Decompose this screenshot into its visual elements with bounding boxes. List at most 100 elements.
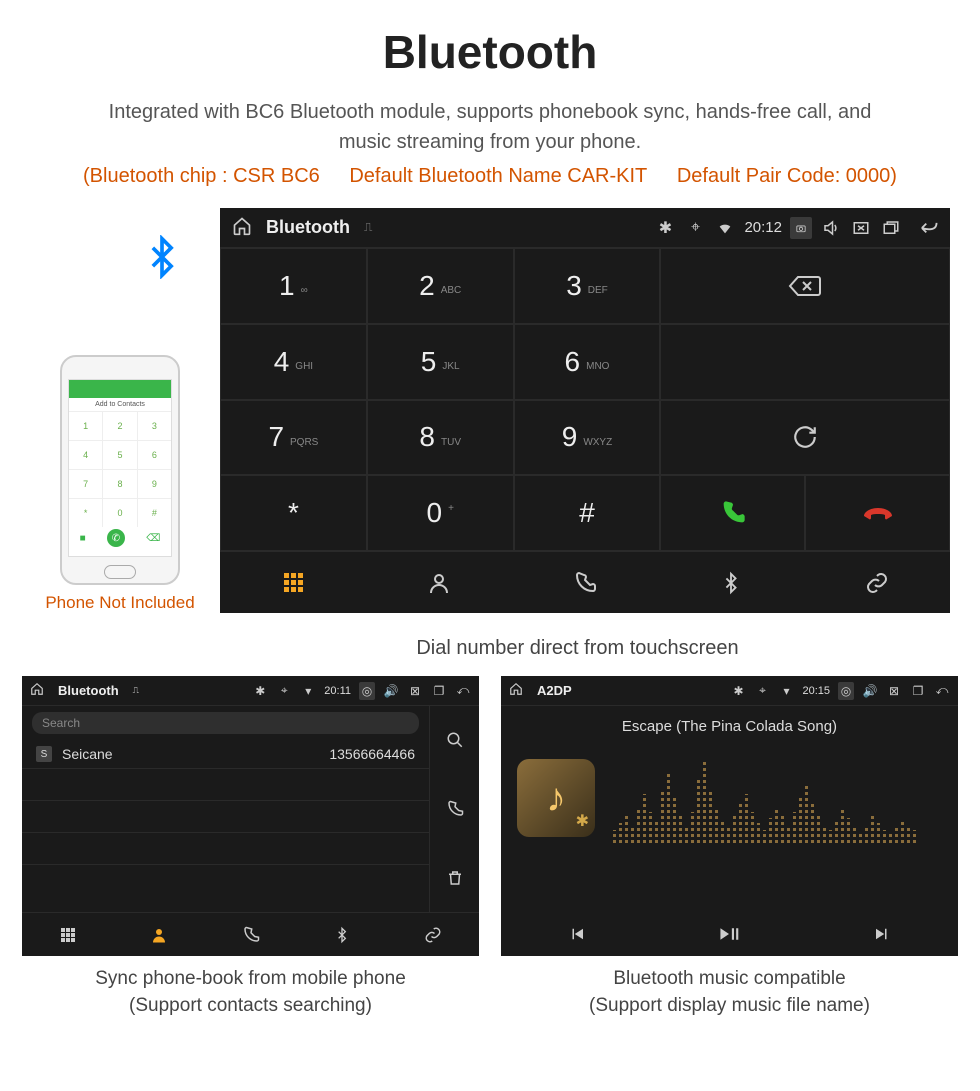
link-icon: [424, 926, 442, 944]
call-contact-icon[interactable]: [430, 775, 479, 844]
statusbar-title: A2DP: [537, 683, 572, 698]
spec-line: (Bluetooth chip : CSR BC6 Default Blueto…: [40, 165, 940, 188]
back-icon[interactable]: ⤺: [455, 683, 471, 698]
camera-icon[interactable]: ◎: [359, 682, 375, 700]
contact-number: 13566664466: [329, 746, 415, 762]
recent-apps-icon[interactable]: ❐: [431, 684, 447, 698]
music-screen: A2DP ✱ ⌖ ▾ 20:15 ◎ 🔊 ⊠ ❐ ⤺ Escape (The P…: [501, 676, 958, 956]
back-icon[interactable]: [916, 219, 938, 237]
tab-bluetooth[interactable]: [296, 913, 387, 956]
location-icon: ⌖: [276, 683, 292, 698]
phone-icon: [242, 926, 260, 944]
key-2[interactable]: 2ABC: [367, 248, 514, 324]
statusbar: A2DP ✱ ⌖ ▾ 20:15 ◎ 🔊 ⊠ ❐ ⤺: [501, 676, 958, 706]
spec-chip: (Bluetooth chip : CSR BC6: [83, 165, 320, 187]
contacts-caption: Sync phone-book from mobile phone (Suppo…: [22, 966, 479, 1019]
main-caption: Dial number direct from touchscreen: [0, 637, 980, 660]
tab-contacts[interactable]: [366, 552, 512, 613]
phone-icon: [573, 571, 597, 595]
page-subtitle: Integrated with BC6 Bluetooth module, su…: [40, 97, 940, 157]
volume-icon[interactable]: 🔊: [862, 684, 878, 698]
camera-icon[interactable]: ◎: [838, 682, 854, 700]
key-6[interactable]: 6MNO: [514, 324, 661, 400]
music-caption: Bluetooth music compatible (Support disp…: [501, 966, 958, 1019]
key-7[interactable]: 7PQRS: [220, 400, 367, 476]
key-4[interactable]: 4GHI: [220, 324, 367, 400]
tab-recent[interactable]: [205, 913, 296, 956]
back-icon[interactable]: ⤺: [934, 683, 950, 698]
volume-icon[interactable]: 🔊: [383, 684, 399, 698]
bluetooth-badge-icon: ✱: [576, 811, 589, 831]
home-icon[interactable]: [509, 682, 523, 699]
statusbar-time: 20:15: [802, 685, 830, 697]
bottom-toolbar: [220, 551, 950, 613]
prev-track-button[interactable]: [501, 912, 653, 956]
bluetooth-icon: ✱: [252, 684, 268, 698]
key-star[interactable]: *: [220, 475, 367, 551]
visualizer: [613, 753, 942, 843]
phone-header-label: Add to Contacts: [69, 398, 171, 412]
spec-code: Default Pair Code: 0000): [677, 165, 897, 187]
delete-contact-icon[interactable]: [430, 843, 479, 912]
tab-contacts[interactable]: [113, 913, 204, 956]
usb-icon: ⎍: [133, 685, 139, 696]
contacts-screen: Bluetooth ⎍ ✱ ⌖ ▾ 20:11 ◎ 🔊 ⊠ ❐ ⤺ Searc: [22, 676, 479, 956]
close-icon[interactable]: ⊠: [407, 684, 423, 698]
recent-apps-icon[interactable]: [880, 219, 902, 237]
tab-bluetooth[interactable]: [658, 552, 804, 613]
camera-icon[interactable]: [790, 217, 812, 239]
spec-name: Default Bluetooth Name CAR-KIT: [349, 165, 647, 187]
page-title: Bluetooth: [40, 25, 940, 79]
dialer-screen: Bluetooth ⎍ ✱ ⌖ 20:12 1∞ 2ABC 3DEF: [220, 208, 950, 613]
contact-name: Seicane: [62, 746, 329, 762]
statusbar-time: 20:11: [324, 685, 351, 697]
wifi-icon: ▾: [778, 684, 794, 698]
phone-illustration: Add to Contacts 123456789*0# ■✆⌫ Phone N…: [45, 275, 195, 613]
backspace-button[interactable]: [660, 248, 950, 324]
key-hash[interactable]: #: [514, 475, 661, 551]
redial-button[interactable]: [660, 400, 950, 476]
tab-link[interactable]: [388, 913, 479, 956]
location-icon: ⌖: [754, 683, 770, 698]
statusbar: Bluetooth ⎍ ✱ ⌖ ▾ 20:11 ◎ 🔊 ⊠ ❐ ⤺: [22, 676, 479, 706]
home-icon[interactable]: [232, 216, 252, 240]
search-icon[interactable]: [430, 706, 479, 775]
phone-keypad: 123456789*0#: [69, 412, 171, 527]
person-icon: [427, 571, 451, 595]
key-8[interactable]: 8TUV: [367, 400, 514, 476]
statusbar-title: Bluetooth: [266, 217, 350, 238]
phone-note: Phone Not Included: [45, 593, 195, 613]
link-icon: [864, 571, 890, 595]
bluetooth-icon: [720, 571, 742, 595]
key-1[interactable]: 1∞: [220, 248, 367, 324]
person-icon: [150, 926, 168, 944]
bluetooth-icon: ✱: [730, 684, 746, 698]
tab-dialpad[interactable]: [220, 552, 366, 613]
key-3[interactable]: 3DEF: [514, 248, 661, 324]
close-icon[interactable]: ⊠: [886, 684, 902, 698]
dialpad-icon: [61, 928, 75, 942]
dialpad-icon: [284, 573, 303, 592]
key-0[interactable]: 0+: [367, 475, 514, 551]
key-5[interactable]: 5JKL: [367, 324, 514, 400]
tab-recent[interactable]: [512, 552, 658, 613]
recent-apps-icon[interactable]: ❐: [910, 684, 926, 698]
hangup-button[interactable]: [805, 475, 950, 551]
search-input[interactable]: Search: [32, 712, 419, 734]
play-pause-button[interactable]: [653, 912, 805, 956]
key-9[interactable]: 9WXYZ: [514, 400, 661, 476]
bluetooth-icon: ✱: [654, 218, 676, 238]
statusbar-time: 20:12: [744, 219, 782, 236]
next-track-button[interactable]: [806, 912, 958, 956]
call-button[interactable]: [660, 475, 805, 551]
tab-dialpad[interactable]: [22, 913, 113, 956]
bluetooth-icon: [334, 926, 350, 944]
home-icon[interactable]: [30, 682, 44, 699]
usb-icon: ⎍: [364, 220, 372, 235]
statusbar-title: Bluetooth: [58, 683, 119, 698]
volume-icon[interactable]: [820, 219, 842, 237]
tab-link[interactable]: [804, 552, 950, 613]
header: Bluetooth Integrated with BC6 Bluetooth …: [0, 0, 980, 208]
contact-row[interactable]: S Seicane 13566664466: [22, 740, 429, 769]
close-icon[interactable]: [850, 219, 872, 237]
